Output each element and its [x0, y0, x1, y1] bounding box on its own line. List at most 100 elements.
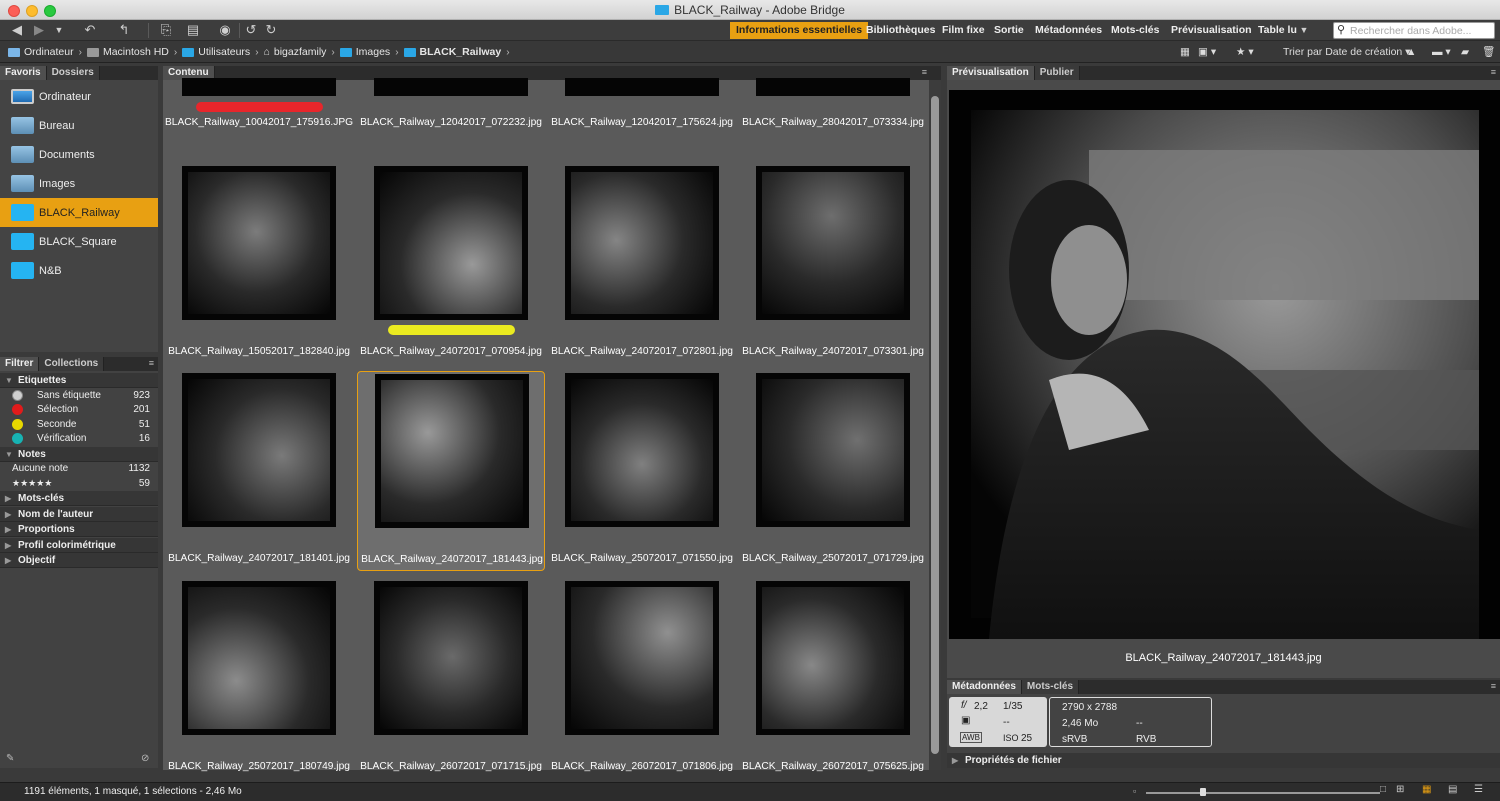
thumbnail-item[interactable]: BLACK_Railway_25072017_180749.jpg	[165, 579, 353, 779]
filter-rating-5[interactable]: ★★★★★ 59	[0, 476, 158, 491]
tab-collections[interactable]: Collections	[39, 357, 105, 371]
back-arrow-icon[interactable]: ◀	[9, 22, 25, 38]
filter-label-selection[interactable]: Sélection 201	[0, 402, 158, 417]
pin-icon[interactable]: ✎	[6, 753, 14, 764]
filter-section-labels[interactable]: ▼ Etiquettes	[0, 373, 158, 388]
filter-section-notes[interactable]: ▼ Notes	[0, 447, 158, 462]
thumbnail-item[interactable]: BLACK_Railway_12042017_072232.jpg	[357, 78, 545, 160]
recent-dropdown-icon[interactable]: ▼	[53, 22, 65, 38]
thumbnail-item[interactable]: BLACK_Railway_24072017_072801.jpg	[548, 164, 736, 364]
workspace-keywords[interactable]: Mots-clés	[1111, 22, 1159, 39]
tab-filter[interactable]: Filtrer	[0, 357, 40, 371]
star-rating-filter-icon[interactable]: ★ ▾	[1236, 44, 1254, 60]
thumbnail-item[interactable]: BLACK_Railway_26072017_071806.jpg	[548, 579, 736, 779]
thumbnail-image[interactable]	[756, 373, 910, 527]
thumbnail-image[interactable]	[756, 581, 910, 735]
workspace-libraries[interactable]: Bibliothèques	[866, 22, 935, 39]
open-recent-folder-icon[interactable]: ▬ ▾	[1432, 44, 1451, 60]
view-list-icon[interactable]: ☰	[1474, 784, 1483, 795]
clear-filter-icon[interactable]: ⊘	[141, 753, 149, 764]
rotate-left-icon[interactable]: ↺	[244, 22, 258, 38]
tab-folders[interactable]: Dossiers	[46, 66, 100, 80]
return-camera-icon[interactable]: ↶	[80, 22, 100, 38]
tab-publish[interactable]: Publier	[1034, 66, 1080, 80]
thumbnail-image[interactable]	[182, 373, 336, 527]
filter-section-keywords[interactable]: ▶ Mots-clés	[0, 491, 158, 506]
panel-menu-icon[interactable]: ≡	[1491, 67, 1496, 77]
filter-label-none[interactable]: Sans étiquette 923	[0, 388, 158, 403]
filter-section-author[interactable]: ▶ Nom de l'auteur	[0, 507, 158, 522]
thumbnail-image[interactable]	[182, 581, 336, 735]
search-box[interactable]: ⚲	[1333, 22, 1495, 39]
workspace-preview[interactable]: Prévisualisation	[1171, 22, 1252, 39]
filter-section-proportions[interactable]: ▶ Proportions	[0, 522, 158, 537]
get-photos-icon[interactable]: ⎘	[157, 22, 175, 38]
breadcrumb-computer[interactable]: Ordinateur	[8, 46, 74, 58]
panel-menu-icon[interactable]: ≡	[149, 358, 154, 368]
scrollbar-thumb[interactable]	[931, 96, 939, 754]
thumbnail-selected[interactable]: BLACK_Railway_24072017_181443.jpg	[357, 371, 545, 571]
boomerang-icon[interactable]: ↰	[116, 22, 132, 38]
refine-icon[interactable]: ▤	[182, 22, 204, 38]
breadcrumb-black-railway[interactable]: BLACK_Railway	[403, 46, 501, 58]
sidebar-item-nb[interactable]: N&B	[0, 256, 158, 285]
open-in-camera-raw-icon[interactable]: ◉	[217, 22, 233, 38]
sidebar-item-computer[interactable]: Ordinateur	[0, 82, 158, 111]
thumbnail-item[interactable]: BLACK_Railway_26072017_071715.jpg	[357, 579, 545, 779]
thumbnail-size-slider[interactable]	[1146, 792, 1380, 794]
zoom-window-button[interactable]	[44, 5, 56, 17]
slider-handle[interactable]	[1200, 788, 1206, 796]
breadcrumb-home[interactable]: ⌂ bigazfamily	[264, 46, 327, 58]
thumbnail-item[interactable]: BLACK_Railway_28042017_073334.jpg	[739, 78, 927, 160]
rotate-right-icon[interactable]: ↻	[264, 22, 278, 38]
preview-image[interactable]	[949, 90, 1500, 639]
view-thumbnails-icon[interactable]: ▦	[1422, 784, 1431, 795]
panel-menu-icon[interactable]: ≡	[1491, 681, 1496, 691]
workspace-output[interactable]: Sortie	[994, 22, 1024, 39]
filter-section-lens[interactable]: ▶ Objectif	[0, 553, 158, 568]
thumbnail-image[interactable]	[375, 374, 529, 528]
sidebar-item-black-square[interactable]: BLACK_Square	[0, 227, 158, 256]
thumbnail-item[interactable]: BLACK_Railway_24072017_070954.jpg	[357, 164, 545, 364]
thumbnail-item[interactable]: BLACK_Railway_15052017_182840.jpg	[165, 164, 353, 364]
breadcrumb-macintosh-hd[interactable]: Macintosh HD	[86, 46, 169, 58]
thumbnail-image[interactable]	[565, 373, 719, 527]
sidebar-item-desktop[interactable]: Bureau	[0, 111, 158, 140]
workspace-menu-icon[interactable]: ▼	[1298, 22, 1310, 38]
workspace-essentials[interactable]: Informations essentielles	[730, 22, 869, 39]
filter-section-color-profile[interactable]: ▶ Profil colorimétrique	[0, 538, 158, 553]
workspace-light-table[interactable]: Table lu	[1258, 22, 1297, 39]
thumbnail-image[interactable]	[565, 78, 719, 96]
thumbnail-image[interactable]	[374, 78, 528, 96]
workspace-metadata[interactable]: Métadonnées	[1035, 22, 1102, 39]
thumbnail-image[interactable]	[565, 166, 719, 320]
filter-label-second[interactable]: Seconde 51	[0, 417, 158, 432]
thumbnail-item[interactable]: BLACK_Railway_12042017_175624.jpg	[548, 78, 736, 160]
thumbnail-image[interactable]	[182, 166, 336, 320]
thumbnail-image[interactable]	[756, 78, 910, 96]
thumbnail-image[interactable]	[565, 581, 719, 735]
tab-keywords[interactable]: Mots-clés	[1021, 680, 1080, 694]
tab-favorites[interactable]: Favoris	[0, 66, 47, 80]
sidebar-item-black-railway[interactable]: BLACK_Railway	[0, 198, 158, 227]
thumbnail-image[interactable]	[374, 166, 528, 320]
sort-dropdown[interactable]: Trier par Date de création ▾	[1283, 44, 1410, 60]
close-window-button[interactable]	[8, 5, 20, 17]
filter-rating-none[interactable]: Aucune note 1132	[0, 461, 158, 476]
thumbnail-item[interactable]: BLACK_Railway_24072017_073301.jpg	[739, 164, 927, 364]
sidebar-item-images[interactable]: Images	[0, 169, 158, 198]
delete-icon[interactable]: 🗑	[1482, 44, 1495, 60]
search-input[interactable]	[1350, 23, 1494, 38]
tab-metadata[interactable]: Métadonnées	[947, 680, 1022, 694]
new-folder-icon[interactable]: ▰	[1461, 44, 1469, 60]
thumbnail-quality-icon[interactable]: ▣ ▾	[1198, 44, 1216, 60]
thumbnail-item[interactable]: BLACK_Railway_25072017_071550.jpg	[548, 371, 736, 571]
forward-arrow-icon[interactable]: ▶	[31, 22, 47, 38]
thumbnail-item[interactable]: BLACK_Railway_24072017_181401.jpg	[165, 371, 353, 571]
panel-menu-icon[interactable]: ≡	[922, 67, 927, 77]
sort-ascending-icon[interactable]: ▲	[1406, 44, 1416, 60]
tab-preview[interactable]: Prévisualisation	[947, 66, 1035, 80]
content-scrollbar[interactable]	[929, 80, 941, 770]
thumbnail-item[interactable]: BLACK_Railway_10042017_175916.JPG	[165, 78, 353, 160]
grid-lock-icon[interactable]: ⊞	[1396, 784, 1404, 795]
